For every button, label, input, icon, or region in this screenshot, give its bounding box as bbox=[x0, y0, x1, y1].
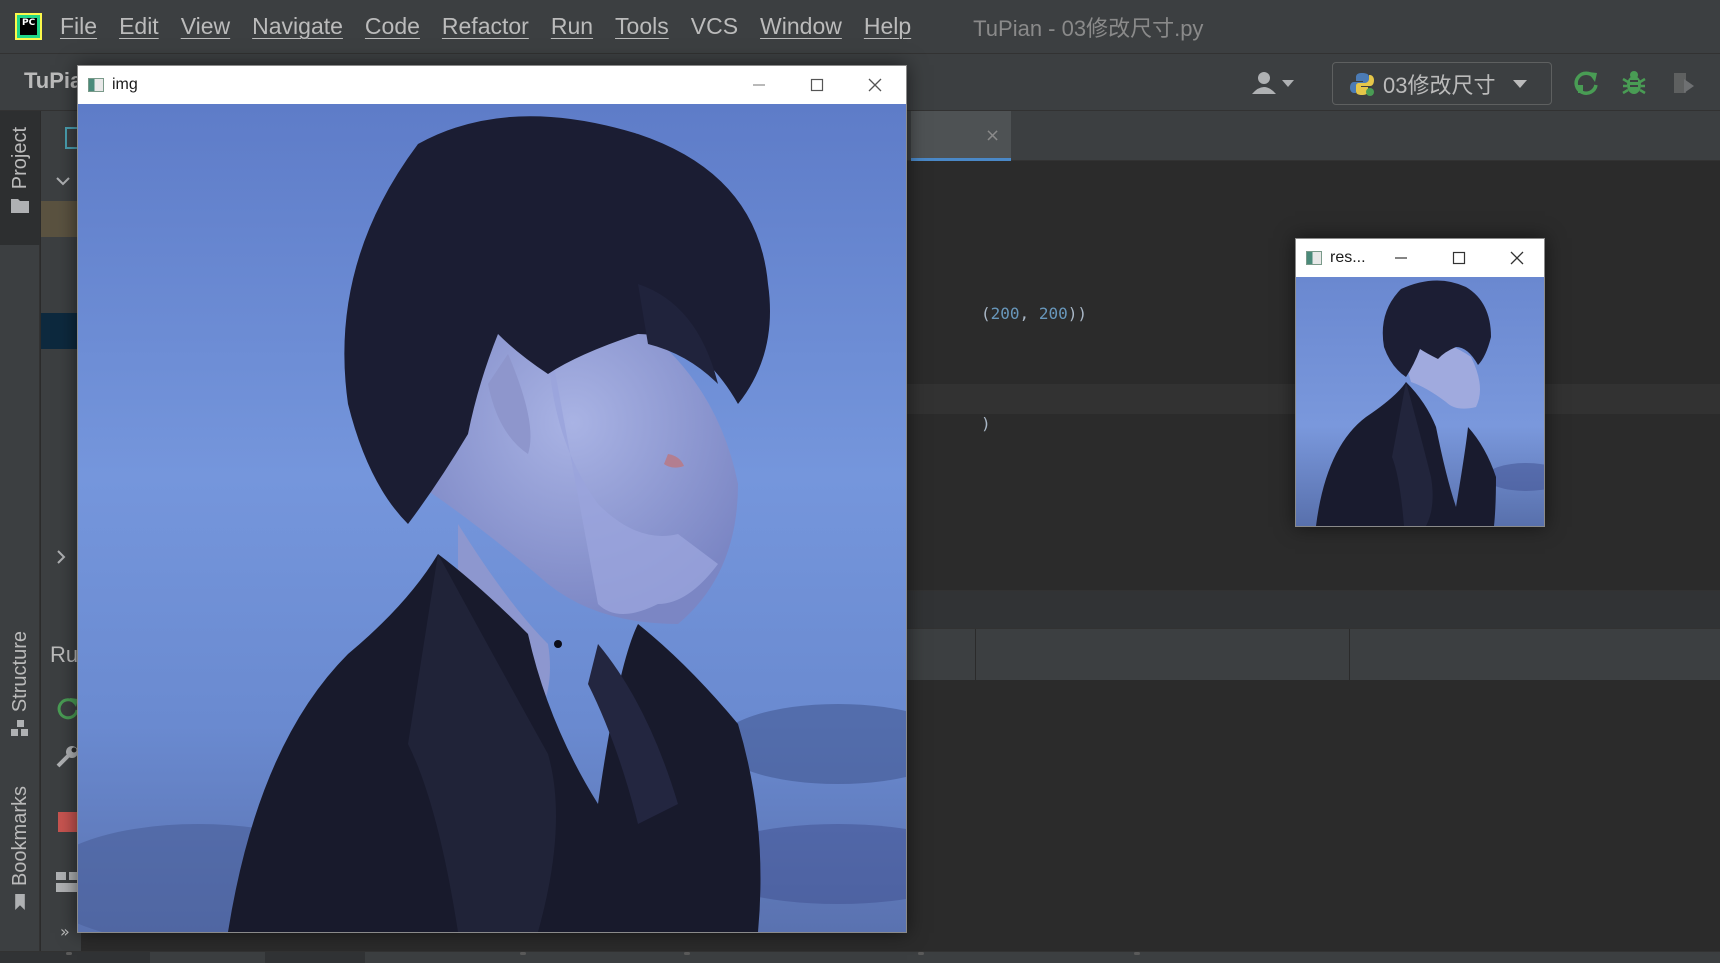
divider bbox=[1349, 629, 1350, 681]
minimize-icon bbox=[1395, 257, 1407, 259]
window-title: TuPian - 03修改尺寸.py bbox=[973, 15, 1204, 41]
menu-vcs[interactable]: VCS bbox=[691, 13, 738, 40]
opencv-window-icon bbox=[1306, 251, 1322, 265]
tool-tab-structure[interactable]: Structure bbox=[0, 631, 40, 737]
chevron-down-icon[interactable] bbox=[53, 171, 73, 191]
status-bar-widget[interactable] bbox=[684, 952, 690, 955]
window-titlebar[interactable]: res... bbox=[1296, 239, 1544, 277]
code-line: ) bbox=[981, 414, 991, 433]
status-bar-widget[interactable] bbox=[918, 952, 924, 955]
code-separator: , bbox=[1019, 304, 1039, 323]
menu-navigate[interactable]: Navigate bbox=[252, 13, 343, 40]
window-titlebar[interactable]: img bbox=[78, 66, 906, 104]
window-title-result: res... bbox=[1330, 249, 1366, 266]
maximize-icon bbox=[810, 78, 824, 92]
chevron-down-icon bbox=[1513, 79, 1528, 88]
status-bar-segment bbox=[0, 952, 150, 963]
code-paren: )) bbox=[1067, 304, 1087, 323]
resized-image-canvas bbox=[1296, 277, 1544, 526]
debug-bug-icon[interactable] bbox=[1620, 69, 1648, 97]
opencv-window-icon bbox=[88, 78, 104, 92]
code-number: 200 bbox=[990, 304, 1020, 323]
project-tree-row-selected[interactable] bbox=[41, 313, 81, 349]
close-button[interactable] bbox=[846, 66, 904, 104]
menu-refactor[interactable]: Refactor bbox=[442, 13, 529, 40]
tool-tab-project[interactable]: Project bbox=[0, 111, 40, 245]
maximize-icon bbox=[1452, 251, 1466, 265]
run-configuration-label: 03修改尺寸 bbox=[1383, 72, 1496, 98]
close-icon bbox=[1510, 251, 1524, 265]
close-tab-icon[interactable]: × bbox=[985, 125, 1000, 146]
tool-tab-structure-label: Structure bbox=[8, 631, 31, 713]
menu-view[interactable]: View bbox=[181, 13, 230, 40]
left-tool-window-strip: Project Structure Bookmarks bbox=[0, 111, 40, 963]
stop-icon[interactable] bbox=[58, 812, 78, 832]
minimize-button[interactable] bbox=[1372, 239, 1430, 277]
image-window-img[interactable]: img bbox=[77, 65, 907, 933]
more-actions-icon[interactable]: » bbox=[60, 922, 70, 941]
menu-bar: PC File Edit View Navigate Code Refactor… bbox=[0, 0, 1720, 53]
menu-edit[interactable]: Edit bbox=[119, 13, 159, 40]
status-bar-segment bbox=[265, 952, 365, 963]
folder-icon bbox=[11, 199, 29, 214]
bookmark-icon bbox=[15, 894, 25, 911]
divider bbox=[975, 629, 976, 681]
menu-file[interactable]: File bbox=[60, 13, 97, 40]
maximize-button[interactable] bbox=[788, 66, 846, 104]
rerun-icon[interactable] bbox=[1572, 69, 1600, 97]
status-bar-widget[interactable] bbox=[66, 952, 72, 955]
menu-run[interactable]: Run bbox=[551, 13, 593, 40]
maximize-button[interactable] bbox=[1430, 239, 1488, 277]
status-bar-widget[interactable] bbox=[520, 952, 526, 955]
chevron-right-icon[interactable] bbox=[51, 547, 71, 567]
image-window-result[interactable]: res... bbox=[1295, 238, 1545, 527]
structure-icon bbox=[11, 720, 28, 737]
code-number: 200 bbox=[1038, 304, 1068, 323]
menu-code[interactable]: Code bbox=[365, 13, 420, 40]
tool-tab-bookmarks[interactable]: Bookmarks bbox=[0, 786, 40, 911]
stop-disabled-icon[interactable] bbox=[1668, 69, 1696, 97]
pycharm-logo-icon[interactable]: PC bbox=[15, 13, 42, 40]
run-configuration-selector[interactable]: 03修改尺寸 bbox=[1332, 62, 1552, 105]
menu-help[interactable]: Help bbox=[864, 13, 911, 40]
python-icon bbox=[1350, 72, 1374, 96]
minimize-button[interactable] bbox=[730, 66, 788, 104]
close-icon bbox=[868, 78, 882, 92]
menu-tools[interactable]: Tools bbox=[615, 13, 669, 40]
user-dropdown-icon[interactable] bbox=[1250, 70, 1298, 96]
tool-tab-project-label: Project bbox=[8, 127, 31, 190]
status-bar-widget[interactable] bbox=[1134, 952, 1140, 955]
status-bar bbox=[0, 951, 1720, 963]
code-line: (200, 200)) bbox=[981, 304, 1087, 323]
image-canvas bbox=[78, 104, 906, 932]
code-paren: ( bbox=[981, 304, 991, 323]
window-title-img: img bbox=[112, 76, 138, 93]
project-tree-row[interactable] bbox=[41, 201, 81, 237]
close-button[interactable] bbox=[1488, 239, 1546, 277]
resized-portrait-photo bbox=[1296, 277, 1544, 526]
portrait-photo bbox=[78, 104, 906, 932]
minimize-icon bbox=[753, 84, 765, 86]
menu-window[interactable]: Window bbox=[760, 13, 842, 40]
tool-tab-bookmarks-label: Bookmarks bbox=[8, 786, 31, 887]
run-panel-title: Ru bbox=[50, 642, 79, 667]
